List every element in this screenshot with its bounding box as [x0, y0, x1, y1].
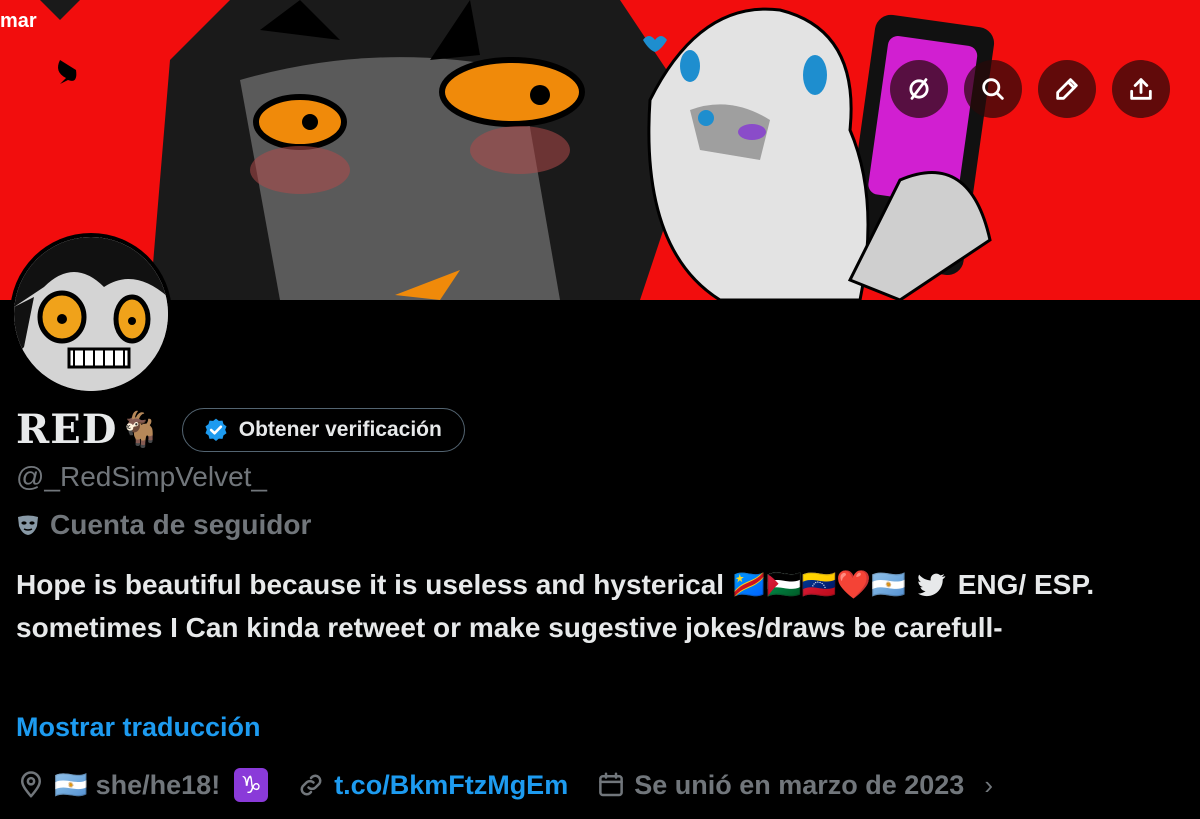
location-item: 🇦🇷 she/he18! ♑ [16, 768, 269, 802]
account-type-text: Cuenta de seguidor [50, 509, 312, 540]
name-row: RED 🐐 Obtener verificación [16, 406, 465, 453]
share-upload-icon [1130, 78, 1152, 100]
profile-meta-row: 🇦🇷 she/he18! ♑ t.co/BkmFtzMgEm Se unió e… [16, 768, 993, 802]
search-button[interactable] [964, 60, 1022, 118]
joined-item[interactable]: Se unió en marzo de 2023 › [596, 770, 993, 801]
grok-button[interactable] [890, 60, 948, 118]
capricorn-emoji: ♑ [234, 768, 269, 802]
header-actions [890, 60, 1170, 118]
user-handle: @_RedSimpVelvet_ [16, 461, 268, 492]
bio-text-2: ENG/ [957, 569, 1027, 600]
pencil-icon [1056, 78, 1078, 100]
joined-text: Se unió en marzo de 2023 [634, 769, 965, 800]
calendar-icon [599, 772, 624, 797]
display-name: RED [16, 406, 118, 453]
show-translation-link[interactable]: Mostrar traducción [16, 712, 261, 743]
slashed-circle-icon [909, 78, 929, 100]
banner-art-image [40, 0, 995, 300]
link-icon [300, 774, 322, 796]
chevron-right-icon: › [984, 769, 993, 800]
bio-text-1: Hope is beautiful because it is useless … [16, 569, 725, 600]
avatar-image [14, 237, 168, 391]
location-pin-icon [21, 771, 41, 798]
share-button[interactable] [1112, 60, 1170, 118]
bio-flag-emojis: 🇨🇩🇵🇸🇻🇪❤️🇦🇷 [731, 569, 907, 600]
get-verified-button[interactable]: Obtener verificación [181, 407, 465, 452]
avatar[interactable] [10, 233, 172, 395]
mask-icon [18, 515, 38, 535]
website-item[interactable]: t.co/BkmFtzMgEm [296, 770, 568, 801]
search-icon [982, 78, 1004, 100]
location-text: she/he18! [95, 769, 221, 800]
profile-bio: Hope is beautiful because it is useless … [16, 563, 1188, 649]
website-link[interactable]: t.co/BkmFtzMgEm [334, 770, 568, 801]
partial-header-text: mar [0, 10, 37, 32]
location-flag: 🇦🇷 [54, 770, 88, 800]
bird-icon [917, 573, 946, 597]
get-verified-label: Obtener verificación [238, 417, 442, 441]
verified-badge-icon [205, 418, 227, 441]
profile-banner[interactable]: mar [0, 0, 1200, 300]
goat-emoji: 🐐 [119, 410, 162, 449]
edit-button[interactable] [1038, 60, 1096, 118]
account-type-label: Cuenta de seguidor [16, 509, 311, 541]
